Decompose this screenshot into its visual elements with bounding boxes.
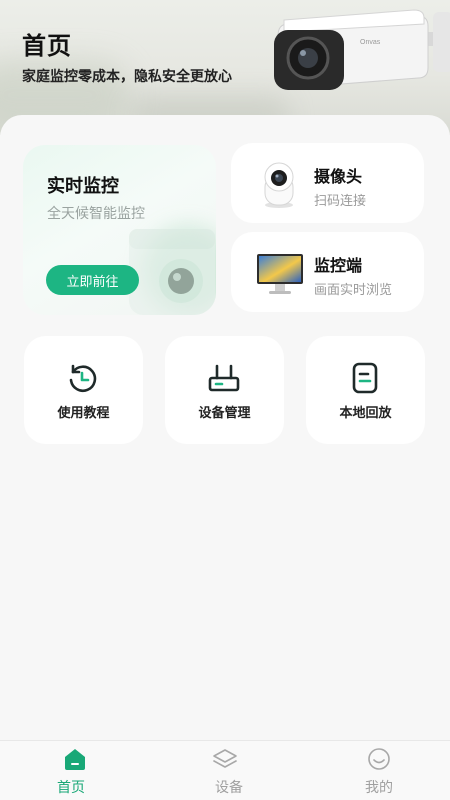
nav-device[interactable]: 设备 xyxy=(150,741,300,800)
page-subtitle: 家庭监控零成本，隐私安全更放心 xyxy=(22,69,232,85)
monitor-icon xyxy=(257,254,303,294)
router-icon xyxy=(208,364,240,392)
device-management-label: 设备管理 xyxy=(198,406,251,421)
svg-text:Onvas: Onvas xyxy=(360,39,381,46)
tutorial-label: 使用教程 xyxy=(57,406,110,421)
camera-icon xyxy=(129,229,215,315)
page-title: 首页 xyxy=(22,32,72,60)
monitor-card-title: 监控端 xyxy=(314,256,363,275)
nav-device-label: 设备 xyxy=(215,780,243,796)
camera-card-title: 摄像头 xyxy=(314,167,363,186)
nav-mine-label: 我的 xyxy=(365,780,393,796)
camera-card[interactable]: 摄像头 扫码连接 xyxy=(231,143,424,223)
live-monitor-card[interactable]: 实时监控 全天候智能监控 立即前往 xyxy=(23,145,216,315)
dome-camera-icon xyxy=(264,162,294,208)
monitor-card[interactable]: 监控端 画面实时浏览 xyxy=(231,232,424,312)
device-management-shortcut[interactable]: 设备管理 xyxy=(165,336,284,444)
smiley-icon xyxy=(368,748,390,770)
local-playback-shortcut[interactable]: 本地回放 xyxy=(306,336,425,444)
bullet-camera-illustration: Onvas xyxy=(274,9,450,90)
live-monitor-subtitle: 全天候智能监控 xyxy=(47,206,145,222)
monitor-card-subtitle: 画面实时浏览 xyxy=(314,283,393,298)
local-playback-label: 本地回放 xyxy=(339,406,392,421)
layers-icon xyxy=(213,749,237,768)
nav-home-label: 首页 xyxy=(57,780,85,796)
nav-mine[interactable]: 我的 xyxy=(300,741,450,800)
home-icon xyxy=(65,749,85,770)
history-icon xyxy=(69,364,97,393)
nav-home[interactable]: 首页 xyxy=(0,741,150,800)
camera-card-subtitle: 扫码连接 xyxy=(314,194,367,209)
bottom-nav: 首页 设备 我的 xyxy=(0,740,450,800)
go-now-button[interactable]: 立即前往 xyxy=(46,265,139,295)
tutorial-shortcut[interactable]: 使用教程 xyxy=(24,336,143,444)
live-monitor-title: 实时监控 xyxy=(47,176,119,197)
playback-icon xyxy=(352,362,378,394)
